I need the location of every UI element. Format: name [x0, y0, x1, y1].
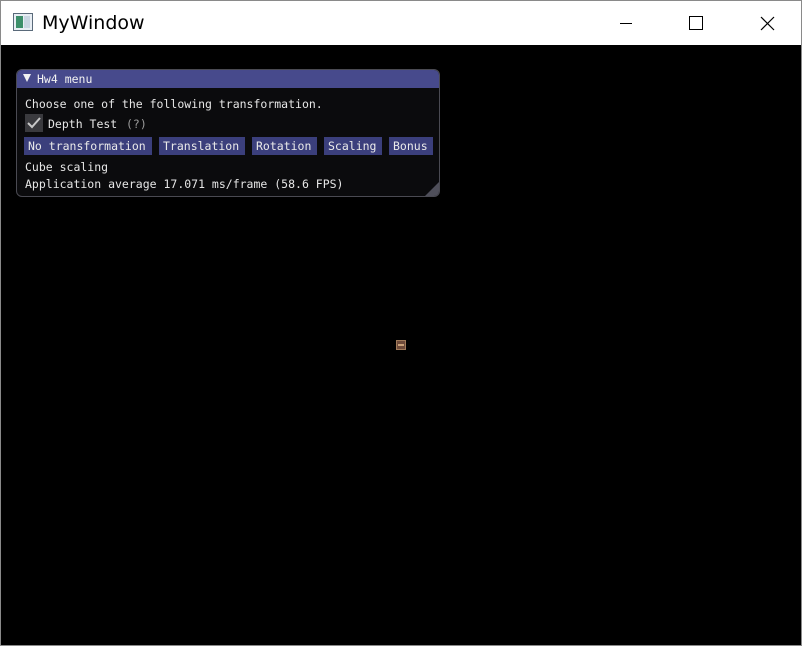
app-icon: [13, 13, 33, 31]
minimize-button[interactable]: [604, 1, 650, 45]
imgui-title-bar[interactable]: Hw4 menu: [17, 70, 439, 88]
close-icon: [760, 16, 775, 31]
minimize-icon: [620, 23, 632, 24]
close-button[interactable]: [744, 1, 790, 45]
window-title: MyWindow: [42, 12, 145, 34]
app-window: MyWindow Hw4 menu Choose one of the foll…: [0, 0, 802, 646]
help-marker[interactable]: (?): [126, 117, 147, 131]
title-bar[interactable]: MyWindow: [1, 1, 801, 45]
render-area[interactable]: Hw4 menu Choose one of the following tra…: [1, 45, 801, 645]
maximize-icon: [689, 16, 703, 30]
prompt-text: Choose one of the following transformati…: [25, 97, 323, 111]
cube-object: [396, 340, 406, 350]
translation-button[interactable]: Translation: [159, 137, 245, 155]
checkmark-icon: [27, 117, 41, 129]
resize-grip[interactable]: [425, 182, 439, 196]
imgui-panel: Hw4 menu Choose one of the following tra…: [16, 69, 440, 197]
depth-test-checkbox[interactable]: [25, 114, 43, 132]
collapse-arrow-icon[interactable]: [23, 74, 31, 82]
no-transformation-button[interactable]: No transformation: [24, 137, 152, 155]
bonus-button[interactable]: Bonus: [389, 137, 433, 155]
maximize-button[interactable]: [673, 1, 719, 45]
status-text: Cube scaling: [25, 160, 109, 174]
depth-test-label: Depth Test: [48, 117, 118, 131]
scaling-button[interactable]: Scaling: [324, 137, 382, 155]
fps-text: Application average 17.071 ms/frame (58.…: [25, 177, 344, 191]
imgui-panel-title: Hw4 menu: [37, 72, 93, 86]
rotation-button[interactable]: Rotation: [252, 137, 317, 155]
